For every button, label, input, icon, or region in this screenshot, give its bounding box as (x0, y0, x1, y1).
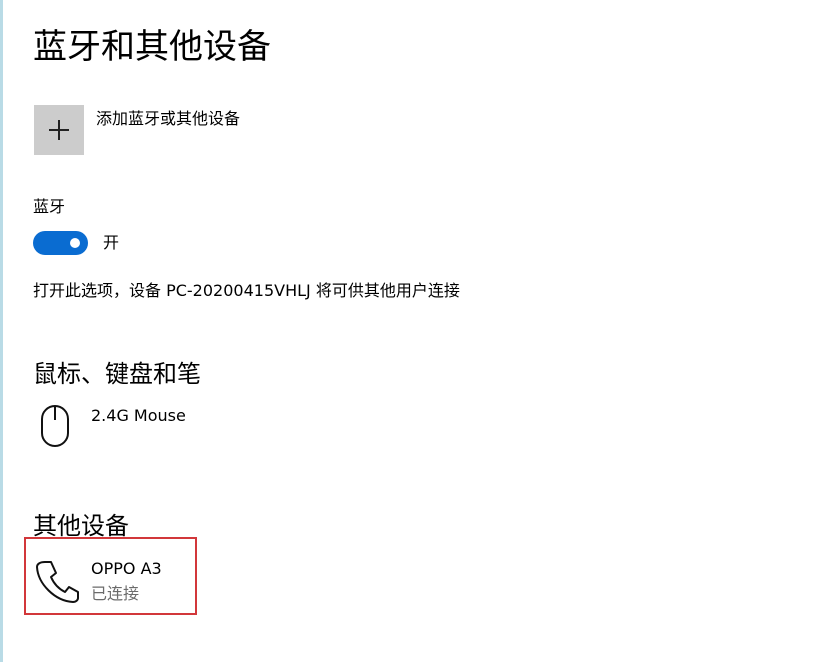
highlight-annotation-box (24, 537, 197, 615)
toggle-knob (70, 238, 80, 248)
device-name: 2.4G Mouse (91, 406, 186, 425)
bluetooth-toggle-state: 开 (103, 233, 120, 252)
device-item-mouse[interactable]: 2.4G Mouse (33, 402, 233, 450)
bluetooth-description: 打开此选项，设备 PC-20200415VHLJ 将可供其他用户连接 (33, 281, 460, 300)
window-left-edge (0, 0, 3, 662)
add-device-label: 添加蓝牙或其他设备 (96, 109, 241, 128)
add-device-button[interactable]: 添加蓝牙或其他设备 (34, 105, 240, 157)
mouse-icon (41, 405, 69, 447)
mouse-keyboard-pen-heading: 鼠标、键盘和笔 (33, 360, 201, 388)
bluetooth-toggle[interactable] (33, 231, 88, 255)
bluetooth-label: 蓝牙 (33, 197, 66, 216)
plus-icon (34, 105, 84, 155)
page-title: 蓝牙和其他设备 (33, 27, 271, 67)
